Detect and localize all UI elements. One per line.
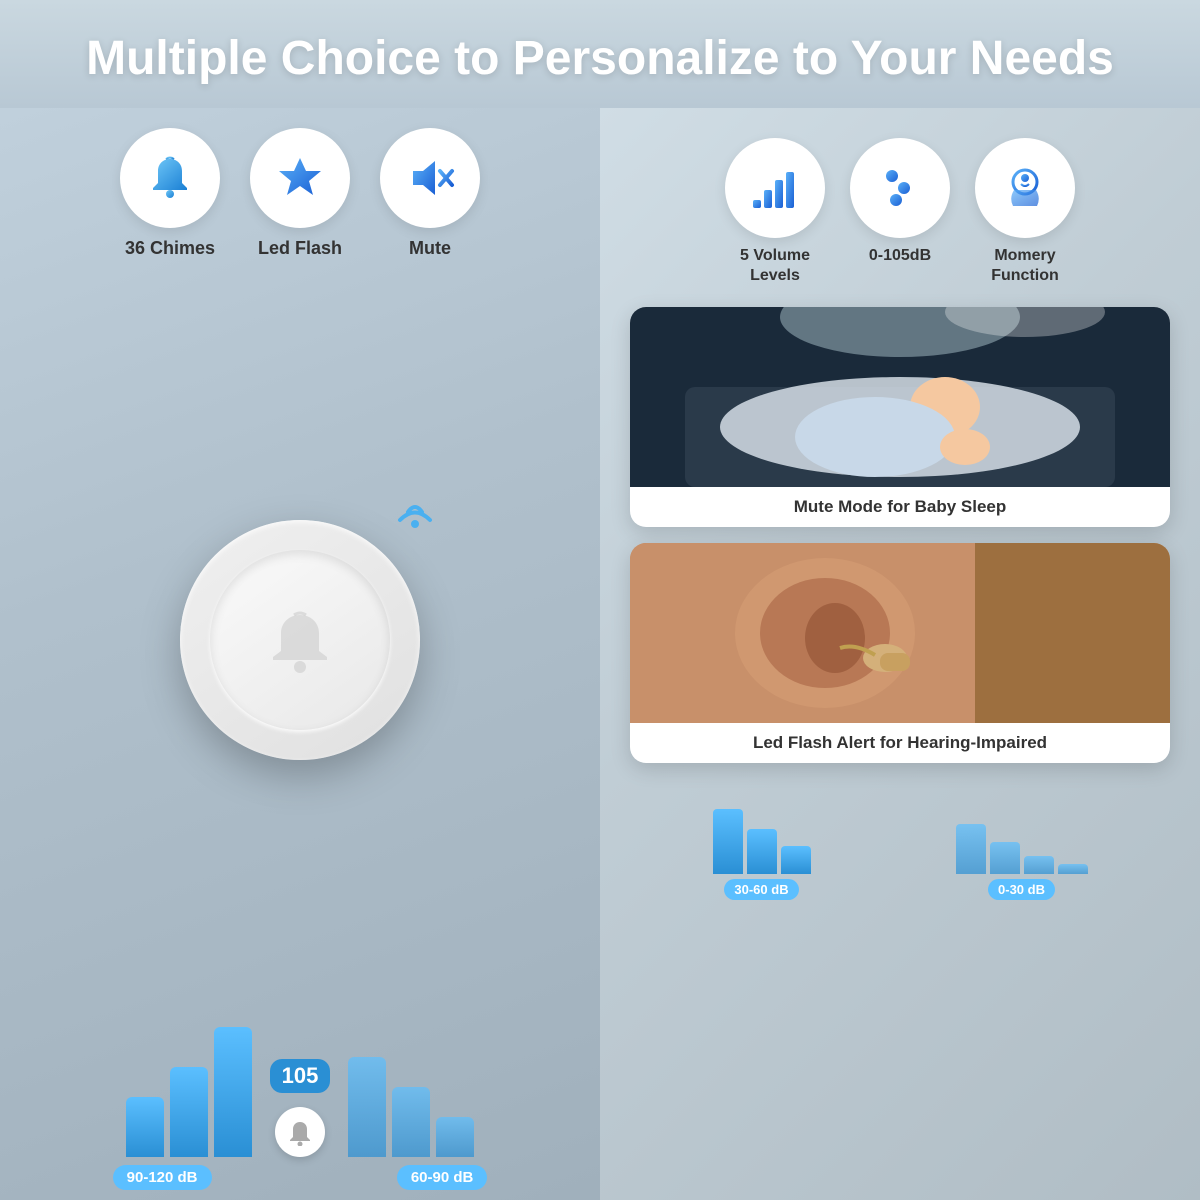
feature-memory: Momery Function — [975, 138, 1075, 288]
volume-bars-icon — [749, 162, 801, 214]
mini-doorbell — [275, 1107, 325, 1157]
bar-label-row: 90-120 dB 60-90 dB — [20, 1165, 580, 1190]
rbar-6 — [1024, 856, 1054, 874]
right-bars-inner-1 — [713, 794, 811, 874]
main-container: Multiple Choice to Personalize to Your N… — [0, 0, 1200, 1200]
memory-circle — [975, 138, 1075, 238]
bar-range-2: 60-90 dB — [397, 1165, 488, 1190]
feature-db: 0-105dB — [850, 138, 950, 288]
rbar-2 — [747, 829, 777, 874]
right-bar-range-1: 30-60 dB — [724, 879, 798, 900]
rbar-5 — [990, 842, 1020, 874]
doorbell-bell-icon — [265, 605, 335, 675]
rbar-4 — [956, 824, 986, 874]
right-bars-inner-2 — [956, 794, 1088, 874]
doorbell-container — [180, 279, 420, 1002]
right-bars-group-1: 30-60 dB — [713, 794, 811, 900]
baby-image — [630, 307, 1170, 487]
memory-label: Momery Function — [991, 246, 1059, 288]
bar-4 — [348, 1057, 386, 1157]
bar-3 — [214, 1027, 252, 1157]
volume-number: 105 — [270, 1059, 331, 1093]
db-circle — [850, 138, 950, 238]
feature-volume: 5 Volume Levels — [725, 138, 825, 288]
led-label: Led Flash — [258, 238, 342, 259]
chimes-circle — [120, 128, 220, 228]
volume-circle — [725, 138, 825, 238]
ear-scene-svg — [630, 543, 1170, 723]
right-features-row: 5 Volume Levels — [630, 128, 1170, 308]
baby-scene-svg — [630, 307, 1170, 487]
feature-chimes: 36 Chimes — [120, 128, 220, 259]
bars-row: 105 — [20, 1017, 580, 1157]
bar-range-1: 90-120 dB — [113, 1165, 212, 1190]
bar-6 — [436, 1117, 474, 1157]
content-row: 36 Chimes — [0, 108, 1200, 1200]
mute-icon — [405, 153, 455, 203]
mute-label: Mute — [409, 238, 451, 259]
baby-card-label: Mute Mode for Baby Sleep — [630, 487, 1170, 527]
doorbell-inner — [210, 550, 390, 730]
mute-circle — [380, 128, 480, 228]
right-panel: 5 Volume Levels — [600, 108, 1200, 1200]
chimes-label: 36 Chimes — [125, 238, 215, 259]
rbar-3 — [781, 846, 811, 874]
left-features-row: 36 Chimes — [0, 108, 600, 269]
rbar-1 — [713, 809, 743, 874]
header: Multiple Choice to Personalize to Your N… — [0, 0, 1200, 108]
ear-card: Led Flash Alert for Hearing-Impaired — [630, 543, 1170, 763]
bar-2 — [170, 1067, 208, 1157]
doorbell-outer — [180, 520, 420, 760]
right-bar-range-2: 0-30 dB — [988, 879, 1055, 900]
bell-icon — [145, 153, 195, 203]
star-icon — [275, 153, 325, 203]
right-bars-group-2: 0-30 dB — [956, 794, 1088, 900]
ear-image — [630, 543, 1170, 723]
wifi-signal — [390, 490, 440, 539]
baby-card: Mute Mode for Baby Sleep — [630, 307, 1170, 527]
sliders-icon — [874, 162, 926, 214]
memory-head-icon — [999, 162, 1051, 214]
volume-label: 5 Volume Levels — [740, 246, 810, 288]
left-panel: 36 Chimes — [0, 108, 600, 1200]
bar-1 — [126, 1097, 164, 1157]
volume-section: 105 — [0, 1002, 600, 1200]
led-circle — [250, 128, 350, 228]
feature-led: Led Flash — [250, 128, 350, 259]
bar-5 — [392, 1087, 430, 1157]
wifi-icon — [390, 490, 440, 530]
feature-mute: Mute — [380, 128, 480, 259]
mini-bell-icon — [286, 1118, 314, 1146]
db-label: 0-105dB — [869, 246, 931, 267]
rbar-7 — [1058, 864, 1088, 874]
ear-card-label: Led Flash Alert for Hearing-Impaired — [630, 723, 1170, 763]
page-title: Multiple Choice to Personalize to Your N… — [40, 30, 1160, 88]
